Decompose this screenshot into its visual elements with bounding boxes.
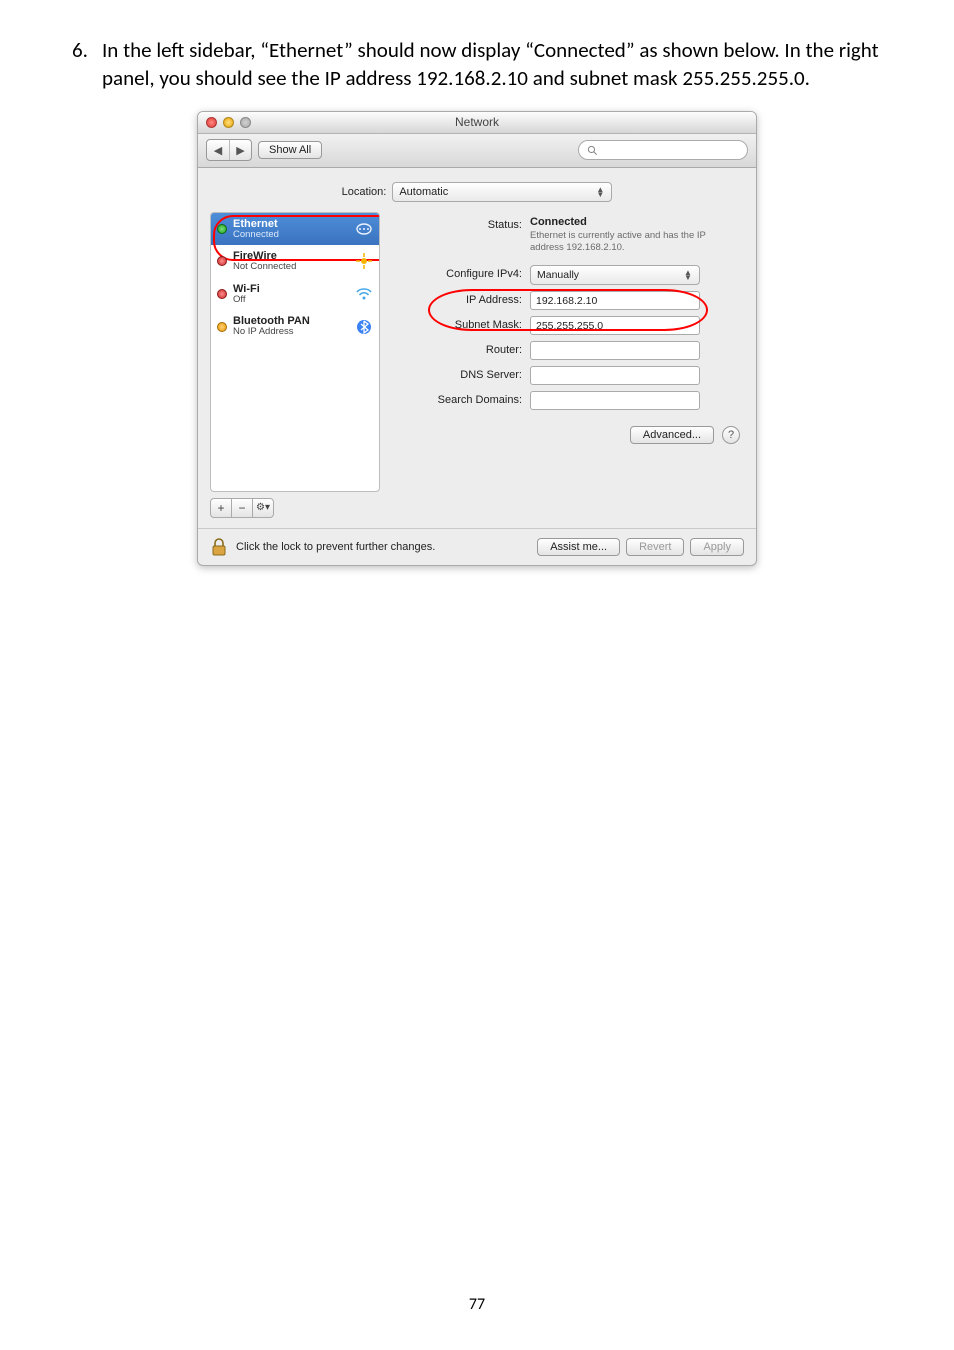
- main-panel: Status: Connected Ethernet is currently …: [392, 212, 744, 518]
- status-dot-icon: [217, 256, 227, 266]
- ethernet-icon: [355, 220, 373, 238]
- status-label: Status:: [392, 216, 522, 231]
- sidebar-item-bluetooth[interactable]: Bluetooth PAN No IP Address: [211, 310, 379, 343]
- forward-icon[interactable]: ▶: [229, 140, 251, 160]
- location-select[interactable]: Automatic ▲▼: [392, 182, 612, 202]
- interface-name: Wi-Fi: [233, 283, 349, 295]
- instruction-number: 6.: [72, 36, 96, 64]
- interface-name: Ethernet: [233, 218, 349, 230]
- interface-sub: No IP Address: [233, 327, 349, 337]
- location-value: Automatic: [399, 186, 448, 198]
- search-input[interactable]: [578, 140, 748, 160]
- updown-icon: ▲▼: [683, 270, 693, 280]
- gear-menu-button[interactable]: ⚙▾: [252, 498, 274, 518]
- apply-button[interactable]: Apply: [690, 538, 744, 556]
- router-input[interactable]: [530, 341, 700, 360]
- sidebar-actions: + − ⚙▾: [210, 498, 380, 518]
- location-label: Location:: [342, 186, 387, 198]
- status-dot-icon: [217, 224, 227, 234]
- sidebar-item-ethernet[interactable]: Ethernet Connected: [211, 213, 379, 246]
- page-number: 77: [0, 1295, 954, 1314]
- configure-label: Configure IPv4:: [392, 265, 522, 280]
- dns-input[interactable]: [530, 366, 700, 385]
- instruction-text: In the left sidebar, “Ethernet” should n…: [102, 36, 882, 93]
- toolbar: ◀ ▶ Show All: [198, 134, 756, 168]
- sidebar-item-wifi[interactable]: Wi-Fi Off: [211, 278, 379, 311]
- nav-back-forward[interactable]: ◀ ▶: [206, 139, 252, 161]
- sidebar: Ethernet Connected FireWire Not Connecte…: [210, 212, 380, 518]
- bluetooth-icon: [355, 318, 373, 336]
- show-all-button[interactable]: Show All: [258, 141, 322, 159]
- configure-select[interactable]: Manually ▲▼: [530, 265, 700, 285]
- assist-button[interactable]: Assist me...: [537, 538, 620, 556]
- interface-sub: Not Connected: [233, 262, 349, 272]
- status-dot-icon: [217, 289, 227, 299]
- window-title: Network: [198, 115, 756, 129]
- revert-button[interactable]: Revert: [626, 538, 684, 556]
- status-dot-icon: [217, 322, 227, 332]
- interface-list: Ethernet Connected FireWire Not Connecte…: [210, 212, 380, 492]
- domains-label: Search Domains:: [392, 391, 522, 406]
- instruction-step: 6. In the left sidebar, “Ethernet” shoul…: [0, 0, 954, 93]
- location-row: Location: Automatic ▲▼: [198, 168, 756, 212]
- ip-address-input[interactable]: 192.168.2.10: [530, 291, 700, 310]
- search-icon: [587, 145, 598, 156]
- lock-text: Click the lock to prevent further change…: [236, 541, 435, 553]
- firewire-icon: [355, 252, 373, 270]
- updown-icon: ▲▼: [595, 187, 605, 197]
- interface-sub: Connected: [233, 230, 349, 240]
- footer: Click the lock to prevent further change…: [198, 528, 756, 565]
- lock-icon[interactable]: [210, 537, 228, 557]
- back-icon[interactable]: ◀: [207, 140, 229, 160]
- dns-label: DNS Server:: [392, 366, 522, 381]
- titlebar: Network: [198, 112, 756, 134]
- configure-value: Manually: [537, 269, 579, 281]
- subnet-mask-input[interactable]: 255.255.255.0: [530, 316, 700, 335]
- add-interface-button[interactable]: +: [210, 498, 232, 518]
- status-desc: Ethernet is currently active and has the…: [530, 230, 730, 254]
- wifi-icon: [355, 285, 373, 303]
- sidebar-item-firewire[interactable]: FireWire Not Connected: [211, 245, 379, 278]
- router-label: Router:: [392, 341, 522, 356]
- subnet-label: Subnet Mask:: [392, 316, 522, 331]
- status-value: Connected: [530, 216, 730, 228]
- remove-interface-button[interactable]: −: [231, 498, 253, 518]
- interface-sub: Off: [233, 295, 349, 305]
- network-window: Network ◀ ▶ Show All Location: Automatic…: [197, 111, 757, 566]
- help-button[interactable]: ?: [722, 426, 740, 444]
- search-domains-input[interactable]: [530, 391, 700, 410]
- ip-label: IP Address:: [392, 291, 522, 306]
- advanced-button[interactable]: Advanced...: [630, 426, 714, 444]
